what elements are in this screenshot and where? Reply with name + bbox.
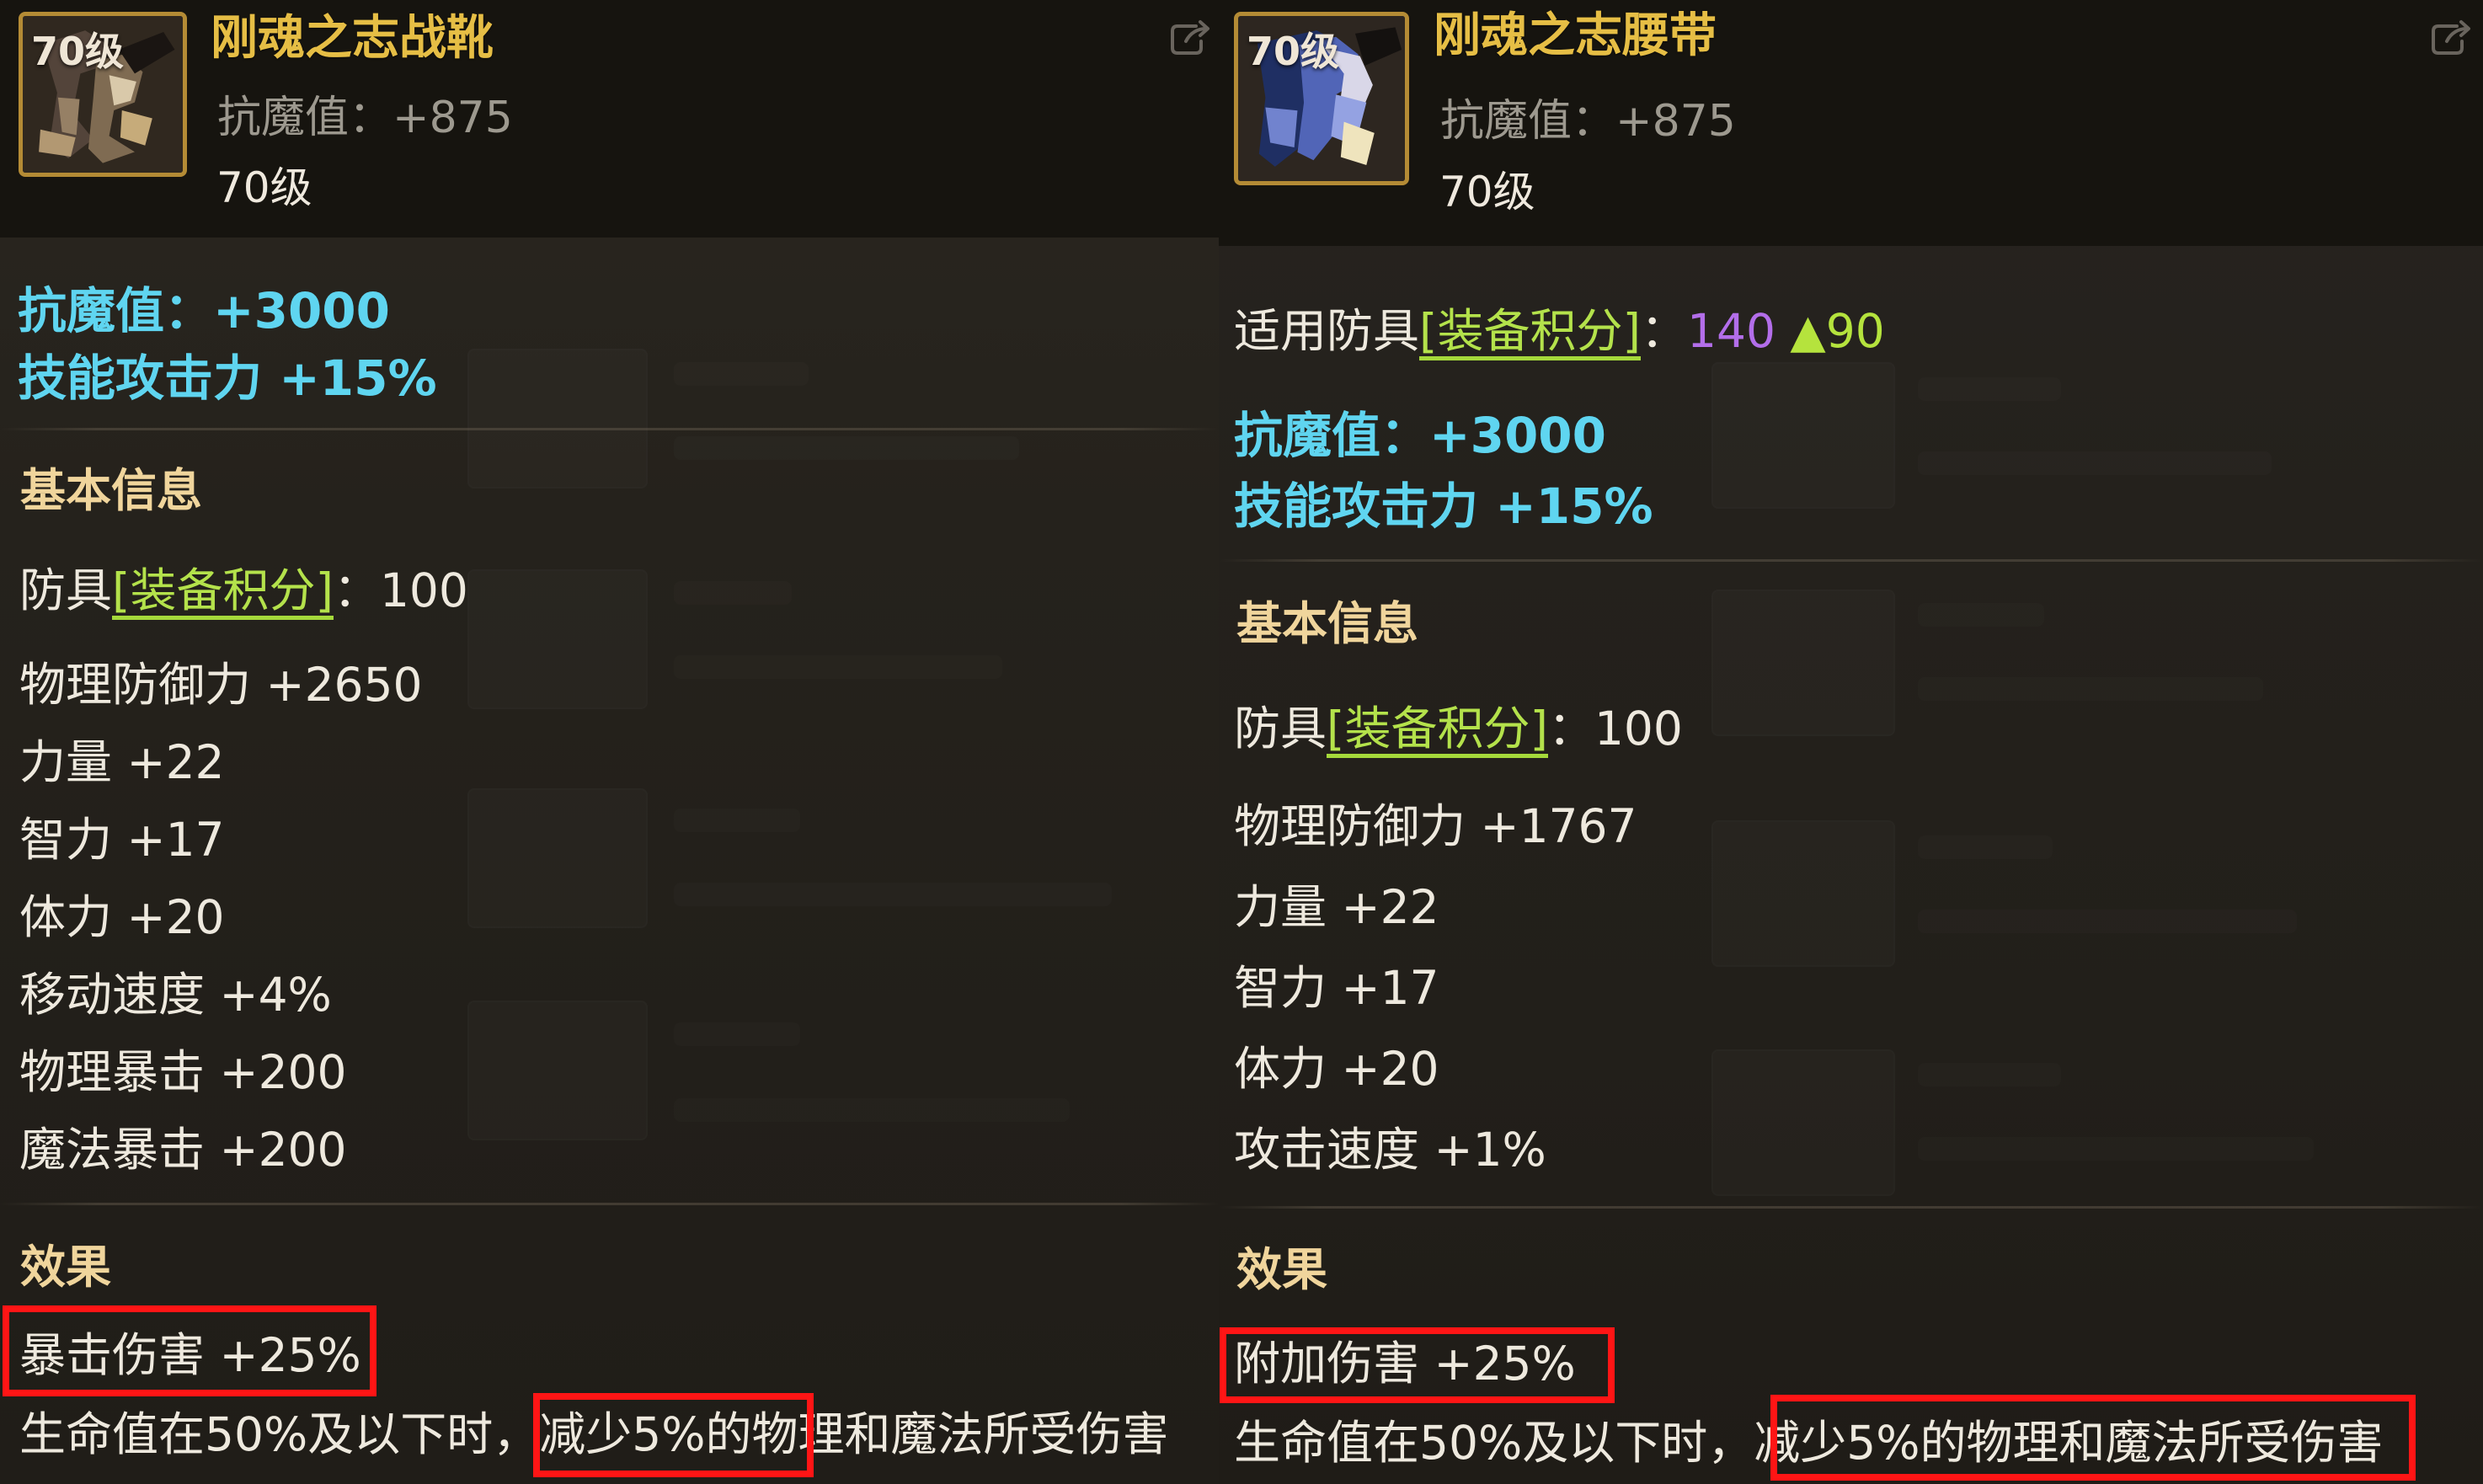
effect-row: 暴击伤害 +25%	[19, 1328, 361, 1382]
bonus-stat: 抗魔值：+3000	[1234, 407, 1607, 464]
stat-row: 智力 +17	[1234, 961, 1439, 1015]
background-text	[1918, 677, 2263, 701]
background-item-slot	[467, 349, 648, 488]
applicable-score-row: 适用防具[装备积分]：140 ▲90	[1234, 308, 1885, 360]
background-item-slot	[467, 1001, 648, 1140]
divider	[0, 1203, 1219, 1205]
applicable-label: 适用防具	[1234, 304, 1420, 358]
stat-row: 攻击速度 +1%	[1234, 1123, 1546, 1177]
effect-row: 生命值在50%及以下时，减少5%的物理和魔法所受伤害	[19, 1407, 1169, 1461]
magic-resistance-value: +875	[1615, 96, 1736, 147]
magic-resistance-label: 抗魔值：	[217, 93, 393, 143]
background-text	[674, 809, 800, 832]
background-text	[674, 436, 1019, 460]
boots-icon: 70级	[19, 12, 187, 177]
background-item-slot	[467, 788, 648, 928]
item-title: 刚魂之志战靴	[211, 11, 494, 66]
background-text	[1918, 1063, 2061, 1086]
effects-heading: 效果	[1236, 1243, 1327, 1296]
bonus-stat: 抗魔值：+3000	[18, 282, 391, 339]
stat-row: 体力 +20	[19, 890, 225, 944]
belt-icon: 70级	[1234, 12, 1409, 185]
item-magic-resistance-row: 抗魔值：+875	[1440, 99, 1736, 143]
background-item-slot	[1711, 1049, 1895, 1196]
applicable-score-value: 140	[1686, 304, 1775, 358]
stat-row: 物理防御力 +2650	[19, 658, 423, 712]
equipment-score-row: 防具[装备积分]：100	[1234, 706, 1683, 758]
background-text	[1918, 377, 2061, 401]
share-icon[interactable]	[1164, 13, 1213, 62]
item-level-badge: 70级	[31, 29, 125, 74]
background-text	[674, 362, 809, 386]
equipment-score-link[interactable]: [装备积分]	[1327, 706, 1548, 758]
applicable-colon: ：	[1640, 304, 1687, 358]
equipment-score-row: 防具[装备积分]：100	[19, 568, 468, 620]
background-item-slot	[1711, 362, 1895, 509]
score-value: ：100	[333, 563, 468, 617]
comparison-screenshot: 70级 刚魂之志战靴 抗魔值：+875 70级 抗魔值：+3000 技能攻击力 …	[0, 0, 2483, 1484]
share-icon[interactable]	[2425, 13, 2474, 62]
background-text	[1918, 835, 2053, 859]
stat-row: 力量 +22	[19, 735, 225, 789]
effect-row: 生命值在50%及以下时，减少5%的物理和魔法所受伤害	[1234, 1416, 2384, 1470]
applicable-score-link[interactable]: [装备积分]	[1419, 308, 1641, 360]
stat-row: 体力 +20	[1234, 1042, 1439, 1096]
basic-info-heading: 基本信息	[20, 464, 202, 517]
divider	[1219, 1206, 2483, 1209]
item-title: 刚魂之志腰带	[1434, 8, 1717, 63]
background-text	[1918, 910, 2297, 933]
right-item-tooltip: 70级 刚魂之志腰带 抗魔值：+875 70级 适用防具[装备积分]：140 ▲…	[1219, 0, 2483, 1484]
background-text	[674, 581, 792, 605]
basic-info-heading: 基本信息	[1236, 597, 1418, 650]
score-value: ：100	[1547, 702, 1683, 755]
effects-heading: 效果	[20, 1241, 111, 1294]
score-prefix: 防具	[1234, 702, 1327, 755]
applicable-score-delta: ▲90	[1790, 304, 1885, 358]
magic-resistance-value: +875	[392, 93, 513, 143]
bonus-stat: 技能攻击力 +15%	[18, 350, 437, 407]
bonus-stat: 技能攻击力 +15%	[1234, 478, 1653, 535]
background-text	[674, 1098, 1070, 1122]
background-text	[1918, 451, 2272, 475]
background-item-slot	[1711, 820, 1895, 967]
magic-resistance-label: 抗魔值：	[1440, 96, 1616, 147]
item-required-level: 70级	[216, 163, 312, 212]
divider	[1219, 559, 2483, 562]
stat-row: 物理防御力 +1767	[1234, 799, 1637, 853]
score-prefix: 防具	[19, 563, 113, 617]
stat-row: 物理暴击 +200	[19, 1045, 347, 1099]
item-level-badge: 70级	[1247, 29, 1340, 74]
item-magic-resistance-row: 抗魔值：+875	[217, 96, 513, 140]
effect-row: 附加伤害 +25%	[1234, 1337, 1576, 1391]
background-text	[1918, 603, 2044, 627]
background-text	[674, 655, 1002, 679]
stat-row: 魔法暴击 +200	[19, 1123, 347, 1177]
stat-row: 移动速度 +4%	[19, 968, 332, 1022]
background-text	[674, 1022, 800, 1046]
background-item-slot	[1711, 590, 1895, 736]
item-required-level: 70级	[1439, 168, 1535, 216]
divider	[0, 428, 1219, 430]
stat-row: 力量 +22	[1234, 880, 1439, 934]
background-text	[674, 883, 1112, 906]
background-item-slot	[467, 569, 648, 709]
left-item-tooltip: 70级 刚魂之志战靴 抗魔值：+875 70级 抗魔值：+3000 技能攻击力 …	[0, 0, 1219, 1484]
stat-row: 智力 +17	[19, 813, 225, 867]
background-text	[1918, 1137, 2314, 1161]
equipment-score-link[interactable]: [装备积分]	[112, 568, 334, 620]
